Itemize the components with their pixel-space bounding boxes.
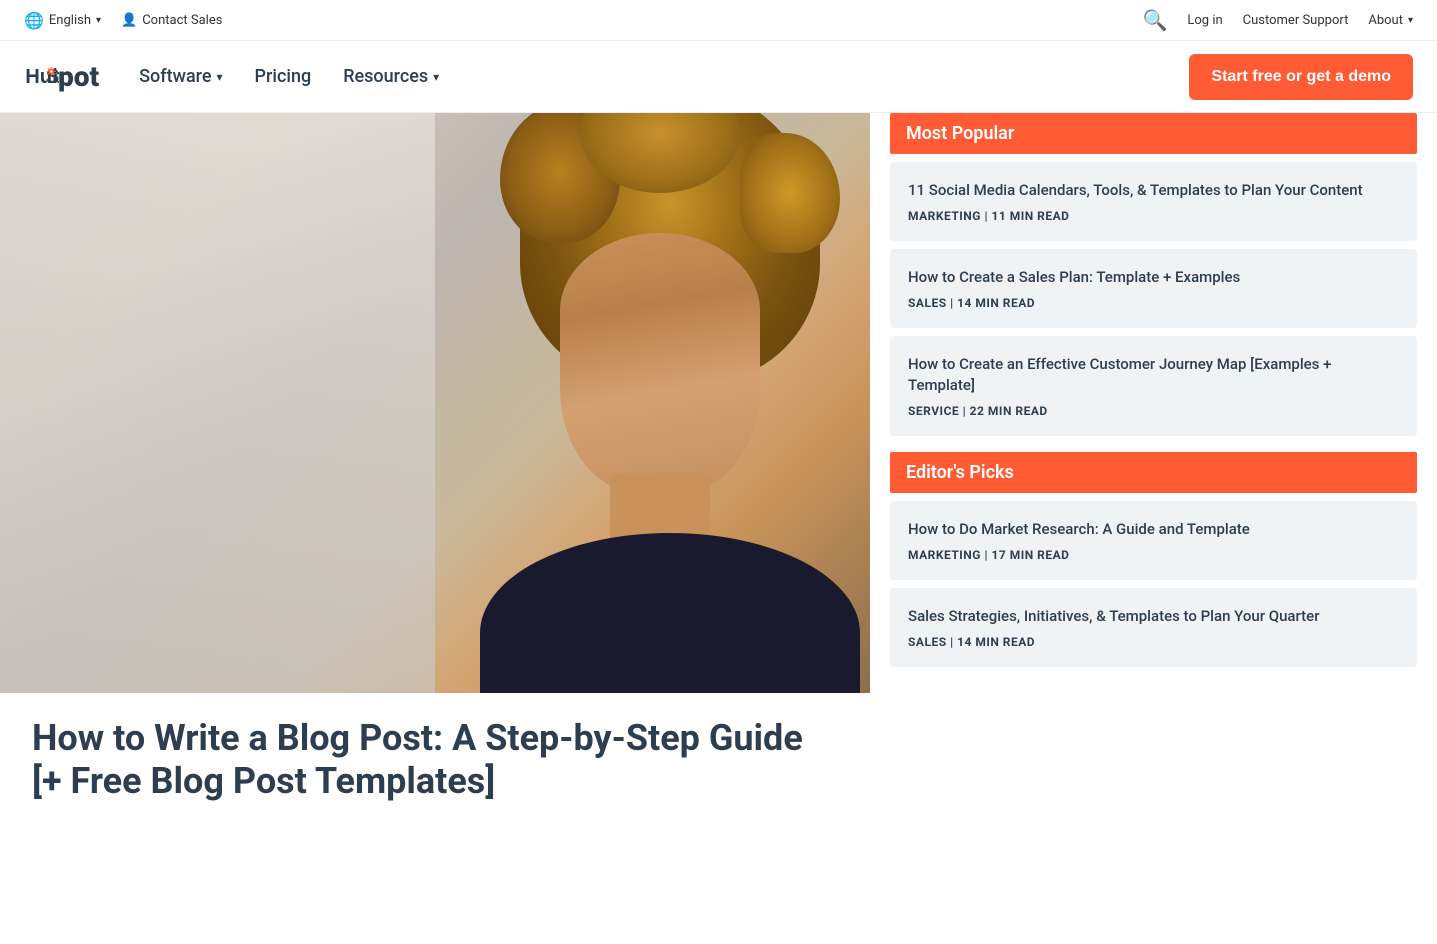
person-icon: 👤	[121, 13, 137, 28]
sidebar-card-4[interactable]: How to Do Market Research: A Guide and T…	[890, 501, 1417, 580]
sidebar: Most Popular 11 Social Media Calendars, …	[870, 113, 1437, 831]
contact-sales-label: Contact Sales	[142, 13, 222, 28]
sidebar-card-5-title: Sales Strategies, Initiatives, & Templat…	[908, 606, 1399, 627]
nav-pricing[interactable]: Pricing	[255, 58, 312, 95]
sidebar-card-5-read-time: 14 MIN READ	[957, 635, 1035, 649]
content-area: How to Write a Blog Post: A Step-by-Step…	[0, 113, 1437, 831]
resources-label: Resources	[343, 66, 428, 87]
sidebar-card-3-separator: |	[963, 404, 970, 418]
language-label: English	[49, 13, 91, 28]
sidebar-card-4-read-time: 17 MIN READ	[991, 548, 1069, 562]
sidebar-card-5-meta: SALES | 14 MIN READ	[908, 635, 1399, 649]
customer-support-link[interactable]: Customer Support	[1243, 13, 1349, 28]
editors-picks-header: Editor's Picks	[890, 452, 1417, 493]
sidebar-card-1-category: MARKETING	[908, 209, 981, 223]
most-popular-header: Most Popular	[890, 113, 1417, 154]
main-nav: Hub S pot Software ▾	[0, 41, 1437, 113]
sidebar-card-5-category: SALES	[908, 635, 947, 649]
nav-links: Software ▾ Pricing Resources ▾	[139, 58, 439, 95]
language-selector[interactable]: 🌐 English ▾	[24, 11, 101, 30]
software-chevron-icon: ▾	[217, 70, 223, 84]
about-link[interactable]: About ▾	[1368, 13, 1413, 28]
featured-caption: How to Write a Blog Post: A Step-by-Step…	[0, 693, 870, 831]
about-label: About	[1368, 13, 1403, 28]
sidebar-card-3-category: SERVICE	[908, 404, 959, 418]
sidebar-card-2[interactable]: How to Create a Sales Plan: Template + E…	[890, 249, 1417, 328]
top-bar-left: 🌐 English ▾ 👤 Contact Sales	[24, 11, 222, 30]
featured-post[interactable]: How to Write a Blog Post: A Step-by-Step…	[0, 113, 870, 831]
resources-chevron-icon: ▾	[433, 70, 439, 84]
editors-picks-section: Editor's Picks How to Do Market Research…	[890, 452, 1417, 667]
sidebar-card-2-title: How to Create a Sales Plan: Template + E…	[908, 267, 1399, 288]
sidebar-card-1-meta: MARKETING | 11 MIN READ	[908, 209, 1399, 223]
featured-image	[0, 113, 870, 693]
sidebar-card-3-read-time: 22 MIN READ	[970, 404, 1048, 418]
sidebar-card-1[interactable]: 11 Social Media Calendars, Tools, & Temp…	[890, 162, 1417, 241]
nav-resources[interactable]: Resources ▾	[343, 58, 439, 95]
sidebar-card-3[interactable]: How to Create an Effective Customer Jour…	[890, 336, 1417, 436]
sidebar-card-2-read-time: 14 MIN READ	[957, 296, 1035, 310]
sidebar-card-3-title: How to Create an Effective Customer Jour…	[908, 354, 1399, 396]
most-popular-section: Most Popular 11 Social Media Calendars, …	[890, 113, 1417, 436]
hubspot-logo[interactable]: Hub S pot	[24, 60, 99, 93]
customer-support-label: Customer Support	[1243, 13, 1349, 28]
software-label: Software	[139, 66, 211, 87]
login-label: Log in	[1187, 13, 1222, 28]
globe-icon: 🌐	[24, 11, 44, 30]
logo-text-part: pot	[58, 60, 99, 93]
sidebar-card-1-title: 11 Social Media Calendars, Tools, & Temp…	[908, 180, 1399, 201]
language-chevron-icon: ▾	[96, 15, 101, 26]
sidebar-card-3-meta: SERVICE | 22 MIN READ	[908, 404, 1399, 418]
featured-title: How to Write a Blog Post: A Step-by-Step…	[32, 717, 838, 803]
sidebar-card-5[interactable]: Sales Strategies, Initiatives, & Templat…	[890, 588, 1417, 667]
top-bar-right: 🔍 Log in Customer Support About ▾	[1142, 8, 1413, 32]
about-chevron-icon: ▾	[1408, 15, 1413, 26]
cta-button[interactable]: Start free or get a demo	[1189, 54, 1413, 100]
sidebar-card-1-read-time: 11 MIN READ	[991, 209, 1069, 223]
search-icon[interactable]: 🔍	[1142, 8, 1167, 32]
login-link[interactable]: Log in	[1187, 13, 1222, 28]
sidebar-card-2-meta: SALES | 14 MIN READ	[908, 296, 1399, 310]
sidebar-card-4-title: How to Do Market Research: A Guide and T…	[908, 519, 1399, 540]
nav-left: Hub S pot Software ▾	[24, 58, 439, 95]
contact-sales-link[interactable]: 👤 Contact Sales	[121, 13, 222, 28]
sidebar-card-4-category: MARKETING	[908, 548, 981, 562]
top-bar: 🌐 English ▾ 👤 Contact Sales 🔍 Log in Cus…	[0, 0, 1437, 41]
nav-software[interactable]: Software ▾	[139, 58, 222, 95]
sidebar-card-2-category: SALES	[908, 296, 947, 310]
hubspot-logo-svg: Hub S	[25, 63, 59, 91]
sidebar-card-4-meta: MARKETING | 17 MIN READ	[908, 548, 1399, 562]
pricing-label: Pricing	[255, 66, 312, 87]
